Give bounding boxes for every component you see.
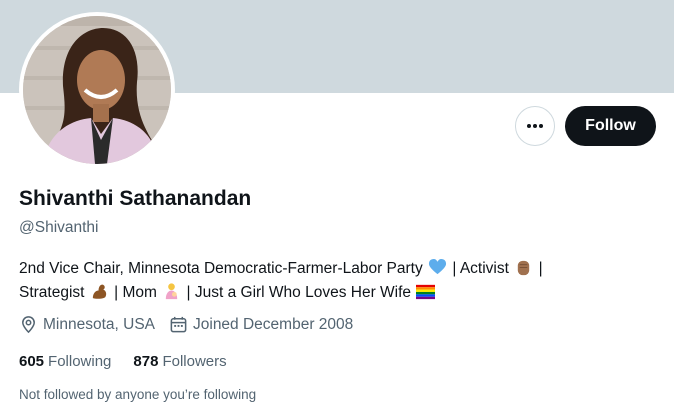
more-dots-icon xyxy=(527,124,543,128)
follow-button[interactable]: Follow xyxy=(565,106,656,146)
following-count: 605 xyxy=(19,353,45,370)
bio-text: | Mom xyxy=(114,284,157,301)
more-button[interactable] xyxy=(515,106,555,146)
profile-meta: Minnesota, USA Joined December 2008 xyxy=(19,315,367,334)
avatar-ring xyxy=(19,12,175,168)
flexed-biceps-emoji xyxy=(92,284,106,299)
avatar[interactable] xyxy=(23,16,171,164)
profile-name: Shivanthi Sathanandan xyxy=(19,187,252,210)
followed-by-note: Not followed by anyone you’re following xyxy=(19,387,257,402)
raised-fist-emoji xyxy=(518,260,530,276)
profile-bio: 2nd Vice Chair, Minnesota Democratic-Far… xyxy=(19,257,619,305)
bio-text: | Activist xyxy=(452,260,509,277)
blue-heart-emoji xyxy=(428,258,447,275)
followers-label: Followers xyxy=(162,353,227,370)
bio-text: 2nd Vice Chair, Minnesota Democratic-Far… xyxy=(19,260,423,277)
followers-link[interactable]: 878 Followers xyxy=(133,353,226,370)
joined-item: Joined December 2008 xyxy=(169,315,353,334)
bio-text: | Just a Girl Who Loves Her Wife xyxy=(186,284,412,301)
rainbow-flag-emoji xyxy=(416,284,436,300)
location-pin-icon xyxy=(22,316,35,334)
profile-stats: 605 Following 878 Followers xyxy=(19,353,249,370)
calendar-icon xyxy=(170,316,187,333)
location-text: Minnesota, USA xyxy=(43,315,155,333)
joined-text: Joined December 2008 xyxy=(193,315,354,333)
location-item: Minnesota, USA xyxy=(19,315,155,334)
bio-text: | xyxy=(538,260,543,277)
bio-text: Strategist xyxy=(19,284,85,301)
woman-feeding-baby-emoji xyxy=(166,283,178,300)
following-link[interactable]: 605 Following xyxy=(19,353,111,370)
profile-handle: @Shivanthi xyxy=(19,219,99,236)
followers-count: 878 xyxy=(133,353,159,370)
following-label: Following xyxy=(48,353,112,370)
